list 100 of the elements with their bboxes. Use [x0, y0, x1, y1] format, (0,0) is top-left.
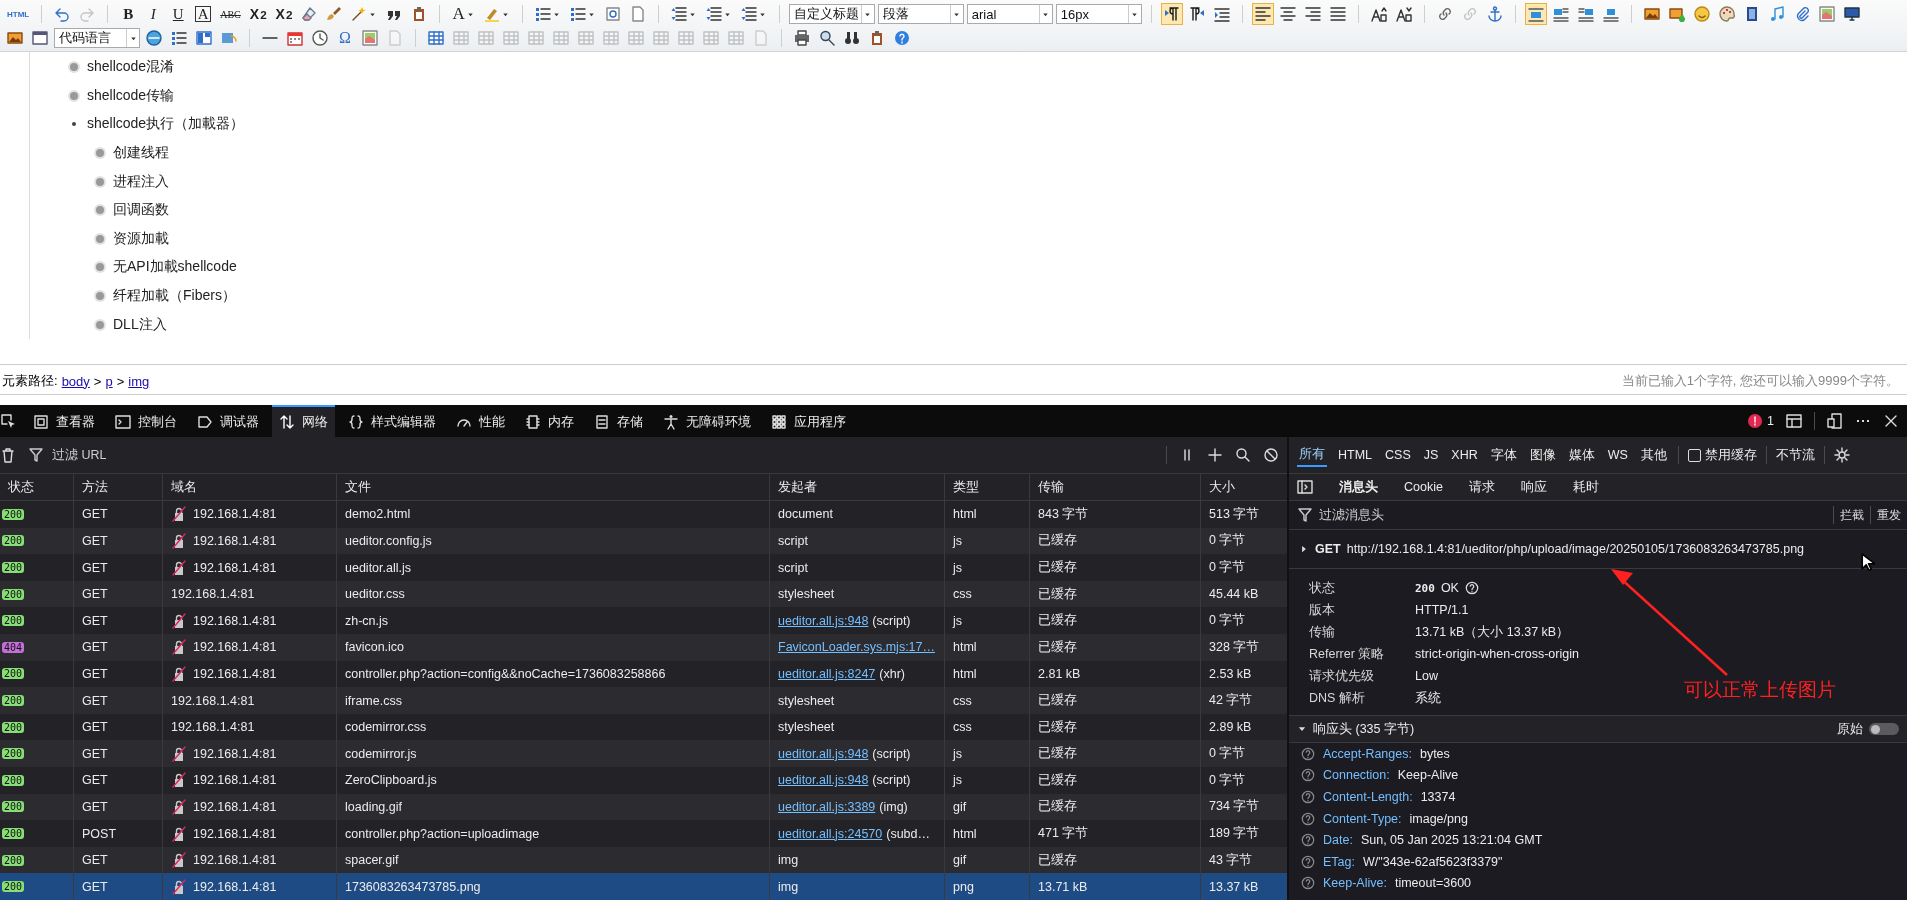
devtools-tab[interactable]: 网络: [272, 405, 335, 438]
toggle-switch[interactable]: [1869, 723, 1899, 736]
list-item-text: DLL注入: [113, 315, 167, 334]
storage-icon: [594, 414, 610, 431]
path-separator: >: [116, 373, 125, 389]
request-row[interactable]: 200 GET 192.168.1.4:81 loading.gif ueditor.all.js:3389 (img) gif 已缓存 734 字节: [0, 793, 1287, 821]
table-cell: script: [778, 560, 808, 575]
column-header[interactable]: 文件: [336, 474, 769, 501]
column-header[interactable]: 域名: [162, 474, 336, 501]
request-row[interactable]: 200 GET 192.168.1.4:81 spacer.gif img gif 已缓存 43 字节: [0, 846, 1287, 874]
request-row[interactable]: 404 GET 192.168.1.4:81 favicon.ico FaviconLoader.sys.mjs:17… html 已缓存 328 字节: [0, 634, 1287, 661]
type-filter[interactable]: 其他: [1638, 444, 1669, 466]
type-filter[interactable]: XHR: [1449, 446, 1480, 465]
type-filter[interactable]: 媒体: [1566, 444, 1597, 466]
crossed-lock-icon: [171, 665, 187, 682]
toolbar-dropdown[interactable]: 16px: [1055, 4, 1142, 24]
device-icon[interactable]: [1827, 413, 1843, 430]
initiator-link[interactable]: ueditor.all.js:3389: [778, 799, 876, 814]
type-filter[interactable]: JS: [1421, 446, 1441, 465]
table-cell: css: [953, 587, 972, 602]
side-panel-icon[interactable]: [1297, 479, 1313, 496]
table-cell: js: [953, 613, 963, 628]
request-row[interactable]: 200 GET 192.168.1.4:81 iframe.css stylesheet css 已缓存 42 字节: [0, 687, 1287, 714]
initiator-link[interactable]: ueditor.all.js:948: [778, 746, 869, 761]
column-header[interactable]: 方法: [73, 474, 162, 501]
toolbar-button[interactable]: B: [117, 3, 140, 25]
inspector-icon: [33, 414, 49, 431]
toolbar-button[interactable]: Ω: [334, 27, 356, 49]
toolbar-button[interactable]: A: [195, 6, 212, 22]
toolbar-dropdown[interactable]: 段落: [877, 4, 964, 24]
checkbox[interactable]: [1687, 448, 1701, 462]
crossed-lock-icon: [171, 612, 187, 629]
block-icon[interactable]: [1263, 447, 1279, 464]
type-filter[interactable]: 所有: [1297, 443, 1327, 467]
table-cell: codemirror.css: [345, 720, 427, 735]
toolbar-button[interactable]: ABC: [217, 3, 244, 25]
table-cell: 192.168.1.4:81: [193, 560, 277, 575]
throttle-dropdown[interactable]: 不节流: [1775, 446, 1815, 464]
toolbar-button[interactable]: HTML: [4, 3, 33, 25]
column-header[interactable]: 传输: [1029, 474, 1200, 501]
trash-icon[interactable]: [0, 447, 16, 464]
devtools-tab[interactable]: 存储: [587, 405, 650, 438]
type-filter[interactable]: CSS: [1383, 446, 1413, 465]
request-row[interactable]: 200 GET 192.168.1.4:81 codemirror.js ueditor.all.js:948 (script) js 已缓存 0 字节: [0, 740, 1287, 768]
table-cell: favicon.ico: [345, 640, 405, 655]
table-cell: css: [953, 720, 972, 735]
initiator-link[interactable]: ueditor.all.js:24570: [778, 826, 883, 841]
devtools-tab[interactable]: 无障碍环境: [656, 405, 758, 438]
panel-tab[interactable]: 耗时: [1572, 478, 1599, 496]
filter-field[interactable]: 过滤 URL: [50, 447, 1154, 464]
panel-tab[interactable]: 响应: [1520, 478, 1547, 496]
settings-icon[interactable]: [1833, 447, 1850, 464]
type-filter[interactable]: 图像: [1527, 444, 1558, 466]
toolbar-button[interactable]: U: [167, 3, 190, 25]
initiator-link[interactable]: ueditor.all.js:948: [778, 773, 869, 788]
devtools-tab[interactable]: 内存: [518, 405, 581, 438]
request-row[interactable]: 200 GET 192.168.1.4:81 ueditor.config.js script js 已缓存 0 字节: [0, 527, 1287, 555]
action-button[interactable]: 拦截: [1838, 506, 1866, 524]
column-header[interactable]: 发起者: [769, 474, 944, 501]
initiator-link[interactable]: FaviconLoader.sys.mjs:17…: [778, 640, 935, 655]
initiator-link[interactable]: ueditor.all.js:8247: [778, 666, 876, 681]
toolbar-dropdown[interactable]: 自定义标题: [788, 4, 875, 24]
help-icon[interactable]: [1464, 581, 1479, 596]
devtools-tab[interactable]: 应用程序: [764, 405, 853, 438]
toolbar-dropdown[interactable]: arial: [966, 4, 1053, 24]
action-button[interactable]: 重发: [1875, 506, 1903, 524]
request-row[interactable]: 200 GET 192.168.1.4:81 1736083263473785.png img png 13.71 kB 13.37 kB: [0, 873, 1287, 900]
panel-tab[interactable]: 消息头: [1339, 478, 1378, 496]
request-row[interactable]: 200 GET 192.168.1.4:81 ueditor.css stylesheet css 已缓存 45.44 kB: [0, 580, 1287, 608]
table-cell: 0 字节: [1209, 532, 1246, 550]
toolbar-button[interactable]: I: [142, 3, 165, 25]
initiator-link[interactable]: ueditor.all.js:948: [778, 613, 869, 628]
devtools-tab[interactable]: 调试器: [190, 405, 266, 438]
column-header[interactable]: 状态: [0, 474, 73, 501]
devtools-tab[interactable]: 样式编辑器: [341, 405, 443, 438]
column-header[interactable]: 类型: [944, 474, 1029, 501]
search-icon[interactable]: [1235, 447, 1251, 464]
column-header[interactable]: 大小: [1200, 474, 1287, 501]
path-link[interactable]: p: [105, 373, 113, 389]
devtools-tab[interactable]: 性能: [449, 405, 512, 438]
filter-icon: [28, 447, 44, 464]
layout-icon[interactable]: [1786, 413, 1802, 430]
accessibility-icon: [663, 414, 679, 431]
path-link[interactable]: img: [128, 373, 150, 389]
plus-icon[interactable]: [1207, 447, 1223, 464]
filter-field[interactable]: 过滤消息头: [1317, 507, 1829, 524]
toolbar-button[interactable]: A: [449, 3, 478, 25]
arrows-icon: [279, 414, 295, 431]
type-filter[interactable]: HTML: [1336, 446, 1375, 465]
path-link[interactable]: body: [61, 373, 90, 389]
type-filter[interactable]: WS: [1605, 446, 1630, 465]
bullet-icon: [96, 177, 104, 186]
toolbar-dropdown[interactable]: 代码语言: [54, 28, 140, 48]
list-item-text: 无API加載shellcode: [113, 258, 237, 277]
devtools-tab[interactable]: 查看器: [26, 405, 102, 438]
devtools-tab[interactable]: 控制台: [108, 405, 184, 438]
table-cell: 13.71 kB: [1038, 879, 1088, 894]
panel-tab[interactable]: Cookie: [1404, 480, 1443, 495]
type-filter[interactable]: 字体: [1488, 444, 1519, 466]
panel-tab[interactable]: 请求: [1468, 478, 1495, 496]
